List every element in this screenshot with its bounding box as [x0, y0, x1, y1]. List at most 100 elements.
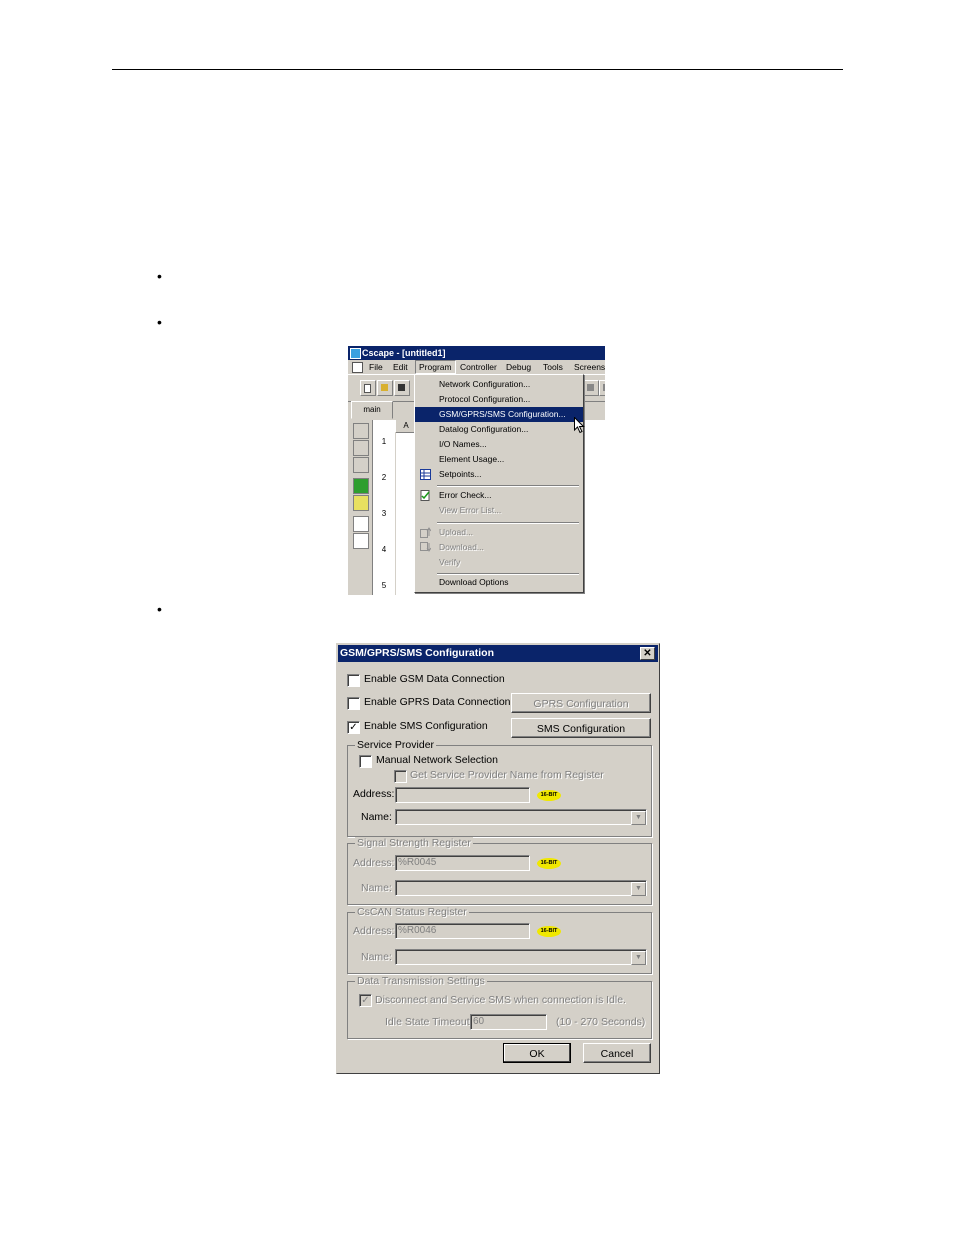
enable-gprs-checkbox[interactable]: [347, 697, 360, 710]
cscan-name-label: Name:: [361, 951, 392, 963]
16-bit-badge: 16-BIT: [537, 790, 561, 801]
program-menu: Network Configuration... Protocol Config…: [414, 374, 584, 593]
download-icon: [420, 542, 432, 553]
service-provider-title: Service Provider: [355, 739, 437, 751]
16-bit-badge: 16-BIT: [537, 926, 561, 937]
mouse-cursor-icon: [574, 416, 586, 434]
disconnect-idle-checkbox: ✓: [359, 994, 372, 1007]
menu-item-download-options[interactable]: Download Options: [415, 575, 583, 590]
signal-strength-title: Signal Strength Register: [355, 837, 473, 849]
contact-icon[interactable]: [353, 478, 369, 494]
menu-item-download: Download...: [415, 540, 583, 555]
idle-timeout-field: 60: [470, 1014, 547, 1030]
menu-separator: [437, 522, 579, 524]
row-header: 3: [373, 504, 396, 540]
get-provider-name-checkbox: [394, 770, 407, 783]
menu-item-io-names[interactable]: I/O Names...: [415, 437, 583, 452]
menu-separator: [437, 485, 579, 487]
cancel-button[interactable]: Cancel: [583, 1043, 651, 1063]
signal-name-label: Name:: [361, 882, 392, 894]
row-header: 1: [373, 432, 396, 468]
setpoints-icon: [420, 469, 431, 480]
cscape-title-bar: Cscape - [untitled1]: [348, 346, 605, 360]
menu-item-gsm-gprs-sms-configuration[interactable]: GSM/GPRS/SMS Configuration...: [415, 407, 583, 422]
chevron-down-icon: ▼: [631, 882, 646, 896]
signal-address-label: Address:: [353, 857, 395, 869]
menu-item-element-usage[interactable]: Element Usage...: [415, 452, 583, 467]
menu-debug[interactable]: Debug: [503, 360, 534, 374]
close-icon[interactable]: ✕: [640, 647, 655, 660]
coil-icon[interactable]: [353, 495, 369, 511]
menu-screens[interactable]: Screens: [571, 360, 605, 374]
idle-timeout-range: (10 - 270 Seconds): [556, 1016, 646, 1028]
gprs-configuration-button: GPRS Configuration: [511, 693, 651, 713]
document-icon[interactable]: [352, 362, 363, 373]
menu-program[interactable]: Program: [415, 360, 456, 374]
menu-item-network-configuration[interactable]: Network Configuration...: [415, 377, 583, 392]
header-rule: [112, 69, 843, 70]
toolbar-button-icon[interactable]: [599, 380, 605, 396]
cscan-address-field: %R0046: [395, 923, 530, 939]
sms-configuration-button[interactable]: SMS Configuration: [511, 718, 651, 738]
get-provider-name-label: Get Service Provider Name from Register: [410, 769, 604, 781]
menu-item-error-check[interactable]: Error Check...: [415, 488, 583, 503]
menu-item-datalog-configuration[interactable]: Datalog Configuration...: [415, 422, 583, 437]
menu-bar: File Edit Program Controller Debug Tools…: [348, 360, 605, 374]
manual-network-label: Manual Network Selection: [376, 754, 498, 766]
ladder-tool-palette: [350, 421, 370, 595]
signal-address-field: %R0045: [395, 855, 530, 871]
data-transmission-group: [347, 981, 652, 1039]
menu-item-protocol-configuration[interactable]: Protocol Configuration...: [415, 392, 583, 407]
tab-main[interactable]: main: [351, 401, 393, 419]
bullet: •: [157, 601, 162, 617]
enable-gsm-checkbox[interactable]: [347, 674, 360, 687]
signal-name-combo: [395, 880, 647, 896]
provider-name-label: Name:: [361, 811, 392, 823]
cscape-app-icon: [350, 348, 361, 359]
dialog-title: GSM/GPRS/SMS Configuration: [340, 647, 494, 659]
16-bit-badge: 16-BIT: [537, 858, 561, 869]
table-icon[interactable]: [353, 516, 369, 532]
error-check-icon: [420, 490, 431, 501]
row-header: 5: [373, 576, 396, 595]
row-header: 2: [373, 468, 396, 504]
upload-icon: [420, 527, 432, 538]
menu-file[interactable]: File: [366, 360, 386, 374]
menu-item-view-error-list: View Error List...: [439, 505, 502, 515]
new-file-icon[interactable]: [360, 380, 376, 396]
iec-function-icon[interactable]: [353, 533, 369, 549]
provider-name-combo: [395, 809, 647, 825]
idle-timeout-label: Idle State Timeout:: [385, 1016, 473, 1028]
menu-edit[interactable]: Edit: [390, 360, 411, 374]
menu-tools[interactable]: Tools: [540, 360, 566, 374]
wire-icon[interactable]: [353, 457, 369, 473]
lasso-icon[interactable]: [353, 440, 369, 456]
enable-gsm-label: Enable GSM Data Connection: [364, 673, 505, 685]
bullet: •: [157, 268, 162, 284]
toolbar-button-icon[interactable]: [583, 380, 599, 396]
gsm-config-dialog: GSM/GPRS/SMS Configuration ✕ Enable GSM …: [336, 643, 660, 1074]
cscan-name-combo: [395, 949, 647, 965]
disconnect-idle-label: Disconnect and Service SMS when connecti…: [375, 994, 626, 1006]
cscape-title: Cscape - [untitled1]: [362, 348, 446, 358]
row-header: 4: [373, 540, 396, 576]
menu-item-upload: Upload...: [415, 525, 583, 540]
chevron-down-icon: ▼: [631, 951, 646, 965]
bullet: •: [157, 314, 162, 330]
menu-item-setpoints[interactable]: Setpoints...: [415, 467, 583, 482]
select-arrow-icon[interactable]: [353, 423, 369, 439]
provider-address-field: [395, 787, 530, 803]
manual-network-checkbox[interactable]: [359, 755, 372, 768]
cscan-status-title: CsCAN Status Register: [355, 906, 469, 918]
open-folder-icon[interactable]: [377, 380, 393, 396]
enable-sms-label: Enable SMS Configuration: [364, 720, 488, 732]
enable-gprs-label: Enable GPRS Data Connection: [364, 696, 511, 708]
cscan-address-label: Address:: [353, 925, 395, 937]
chevron-down-icon: ▼: [631, 811, 646, 825]
ok-button[interactable]: OK: [503, 1043, 571, 1063]
provider-address-label: Address:: [353, 788, 395, 800]
enable-sms-checkbox[interactable]: ✓: [347, 721, 360, 734]
menu-controller[interactable]: Controller: [457, 360, 500, 374]
save-icon[interactable]: [394, 380, 410, 396]
dialog-title-bar: GSM/GPRS/SMS Configuration ✕: [338, 645, 658, 662]
